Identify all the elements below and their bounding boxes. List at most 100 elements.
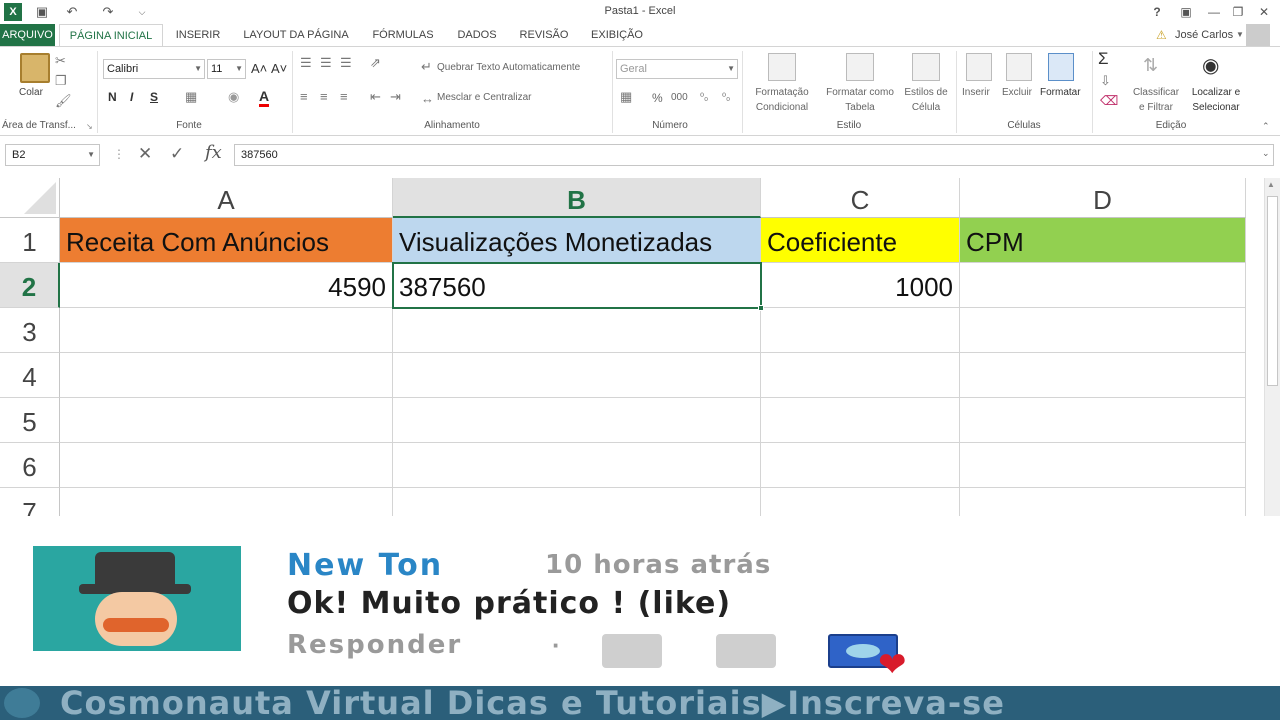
wrap-text-button[interactable]: Quebrar Texto Automaticamente (437, 62, 580, 73)
fill-handle[interactable] (758, 305, 764, 311)
cell-c7[interactable] (761, 488, 960, 518)
delete-cells-button[interactable]: Excluir (1002, 87, 1032, 98)
cut-icon[interactable]: ✂ (55, 53, 66, 69)
font-color-icon[interactable]: A (259, 88, 270, 107)
cell-c4[interactable] (761, 353, 960, 398)
orientation-icon[interactable]: ⇗ (370, 55, 381, 71)
cell-d1[interactable]: CPM (960, 218, 1246, 263)
avatar[interactable] (1246, 24, 1270, 46)
insert-cells-icon[interactable] (966, 53, 992, 81)
cell-d3[interactable] (960, 308, 1246, 353)
cell-b5[interactable] (393, 398, 761, 443)
shrink-font-icon[interactable]: A˅ (271, 61, 287, 76)
align-left-icon[interactable]: ≡ (300, 89, 308, 104)
cell-d7[interactable] (960, 488, 1246, 518)
row-header-4[interactable]: 4 (0, 353, 60, 398)
cell-styles-icon[interactable] (912, 53, 940, 81)
row-header-3[interactable]: 3 (0, 308, 60, 353)
format-as-table-icon[interactable] (846, 53, 874, 81)
name-box[interactable]: B2 ▼ (5, 144, 100, 166)
tab-revisao[interactable]: REVISÃO (514, 24, 574, 46)
number-format-select[interactable]: Geral ▼ (616, 59, 738, 79)
tab-inserir[interactable]: INSERIR (170, 24, 226, 46)
formula-input[interactable]: 387560 (234, 144, 1274, 166)
merge-center-button[interactable]: Mesclar e Centralizar (437, 92, 531, 103)
cell-a5[interactable] (60, 398, 393, 443)
bold-button[interactable]: N (108, 90, 117, 104)
sort-filter-button-line2[interactable]: e Filtrar (1128, 102, 1184, 113)
decrease-indent-icon[interactable]: ⇤ (370, 89, 381, 105)
row-header-6[interactable]: 6 (0, 443, 60, 488)
user-name[interactable]: José Carlos (1175, 29, 1233, 41)
cell-d5[interactable] (960, 398, 1246, 443)
cell-b7[interactable] (393, 488, 761, 518)
row-header-1[interactable]: 1 (0, 218, 60, 263)
find-select-button-line2[interactable]: Selecionar (1186, 102, 1246, 113)
vertical-scrollbar[interactable]: ▲ (1264, 178, 1280, 516)
tab-arquivo[interactable]: ARQUIVO (0, 24, 55, 46)
tab-pagina-inicial[interactable]: PÁGINA INICIAL (59, 24, 163, 46)
cell-b3[interactable] (393, 308, 761, 353)
percent-button[interactable]: % (652, 91, 663, 105)
ribbon-display-options-icon[interactable]: ▣ (1172, 2, 1200, 22)
thumbs-down-icon[interactable] (716, 634, 776, 668)
borders-icon[interactable]: ▦ (185, 89, 197, 105)
start-button-icon[interactable] (4, 688, 40, 718)
sort-filter-button[interactable]: Classificar (1128, 87, 1184, 98)
cell-a3[interactable] (60, 308, 393, 353)
select-all-button[interactable] (0, 178, 60, 218)
format-painter-icon[interactable]: 🖌 (55, 93, 72, 109)
scroll-up-icon[interactable]: ▲ (1267, 180, 1275, 189)
cell-a6[interactable] (60, 443, 393, 488)
scrollbar-thumb[interactable] (1267, 196, 1278, 386)
paste-icon[interactable] (20, 53, 50, 83)
cell-c6[interactable] (761, 443, 960, 488)
insert-function-icon[interactable]: fx (205, 142, 222, 163)
column-header-d[interactable]: D (960, 178, 1246, 218)
italic-button[interactable]: I (130, 90, 133, 104)
cell-d4[interactable] (960, 353, 1246, 398)
format-as-table-button-line2[interactable]: Tabela (818, 102, 902, 113)
user-menu-chevron-icon[interactable]: ▼ (1236, 30, 1244, 39)
format-cells-button[interactable]: Formatar (1040, 87, 1081, 98)
merge-center-icon[interactable]: ↔ (421, 91, 434, 106)
align-middle-icon[interactable]: ☰ (320, 55, 332, 71)
row-header-5[interactable]: 5 (0, 398, 60, 443)
heart-icon[interactable]: ❤ (878, 648, 907, 682)
align-top-icon[interactable]: ☰ (300, 55, 312, 71)
currency-icon[interactable]: ▦ (620, 89, 632, 105)
column-header-b[interactable]: B (393, 178, 761, 218)
delete-cells-icon[interactable] (1006, 53, 1032, 81)
decrease-decimal-button[interactable]: ⁰₀ (722, 92, 730, 103)
font-size-select[interactable]: 11 ▼ (207, 59, 246, 79)
close-button[interactable]: ✕ (1250, 2, 1278, 22)
tab-dados[interactable]: DADOS (448, 24, 506, 46)
wrap-text-icon[interactable]: ↵ (421, 59, 432, 75)
insert-cells-button[interactable]: Inserir (962, 87, 990, 98)
cancel-icon[interactable]: ✕ (138, 144, 152, 164)
conditional-formatting-button-line2[interactable]: Condicional (750, 102, 814, 113)
cell-c2[interactable]: 1000 (761, 263, 960, 308)
tab-formulas[interactable]: FÓRMULAS (366, 24, 440, 46)
cell-d6[interactable] (960, 443, 1246, 488)
cell-a1[interactable]: Receita Com Anúncios (60, 218, 393, 263)
clear-icon[interactable]: ⌫ (1100, 93, 1118, 109)
paste-button-label[interactable]: Colar (19, 87, 43, 98)
cell-styles-button[interactable]: Estilos de (900, 87, 952, 98)
grow-font-icon[interactable]: A˄ (251, 61, 267, 76)
conditional-formatting-icon[interactable] (768, 53, 796, 81)
align-bottom-icon[interactable]: ☰ (340, 55, 352, 71)
thumbs-up-icon[interactable] (602, 634, 662, 668)
fill-icon[interactable]: ⇩ (1100, 73, 1111, 89)
fill-color-icon[interactable]: ◉ (228, 89, 239, 105)
clipboard-launcher-icon[interactable]: ↘ (86, 122, 93, 131)
increase-decimal-button[interactable]: ⁰₀ (700, 92, 708, 103)
align-center-icon[interactable]: ≡ (320, 89, 328, 104)
autosum-icon[interactable]: Σ (1098, 49, 1109, 69)
row-header-2[interactable]: 2 (0, 263, 60, 308)
cell-c1[interactable]: Coeficiente (761, 218, 960, 263)
comment-author[interactable]: New Ton (287, 548, 443, 583)
collapse-ribbon-icon[interactable]: ⌃ (1262, 121, 1270, 132)
tab-layout-da-pagina[interactable]: LAYOUT DA PÁGINA (234, 24, 358, 46)
cell-b4[interactable] (393, 353, 761, 398)
